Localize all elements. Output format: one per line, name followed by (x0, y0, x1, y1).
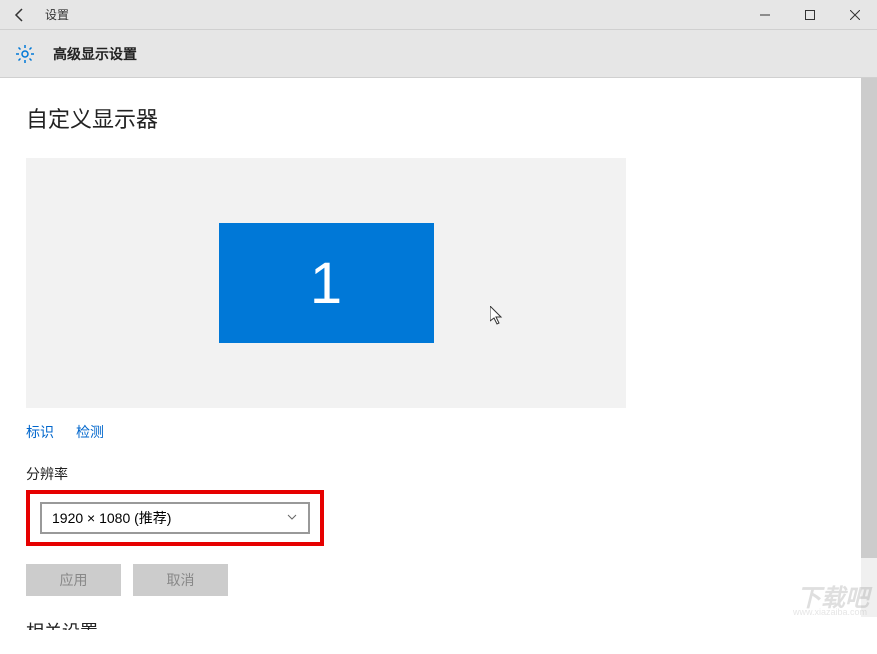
monitor-number: 1 (310, 250, 342, 317)
window-titlebar: 设置 (0, 0, 877, 30)
header-title: 高级显示设置 (53, 44, 137, 64)
titlebar-left: 设置 (0, 0, 742, 30)
page-header: 高级显示设置 (0, 30, 877, 78)
detect-link[interactable]: 检测 (76, 422, 104, 442)
action-buttons: 应用 取消 (26, 564, 851, 596)
window-controls (742, 0, 877, 30)
chevron-down-icon (286, 510, 298, 526)
cancel-button[interactable]: 取消 (133, 564, 228, 596)
display-preview-area: 1 (26, 158, 626, 408)
apply-button[interactable]: 应用 (26, 564, 121, 596)
gear-icon (15, 44, 35, 64)
next-section-heading: 相关设置 (26, 618, 851, 630)
scrollbar-thumb[interactable] (861, 78, 877, 558)
display-links: 标识 检测 (26, 422, 851, 442)
back-arrow-icon (12, 7, 28, 23)
close-button[interactable] (832, 0, 877, 30)
vertical-scrollbar[interactable] (861, 78, 877, 617)
watermark-url: www.xiazaiba.com (793, 607, 867, 617)
maximize-icon (805, 10, 815, 20)
maximize-button[interactable] (787, 0, 832, 30)
page-title: 自定义显示器 (26, 102, 851, 134)
back-button[interactable] (0, 0, 40, 30)
close-icon (850, 10, 860, 20)
resolution-dropdown[interactable]: 1920 × 1080 (推荐) (40, 502, 310, 534)
resolution-label: 分辨率 (26, 464, 851, 484)
resolution-value: 1920 × 1080 (推荐) (52, 508, 171, 528)
identify-link[interactable]: 标识 (26, 422, 54, 442)
minimize-icon (760, 10, 770, 20)
minimize-button[interactable] (742, 0, 787, 30)
resolution-highlight: 1920 × 1080 (推荐) (26, 490, 324, 546)
monitor-1[interactable]: 1 (219, 223, 434, 343)
app-title: 设置 (45, 6, 69, 23)
content-area: 自定义显示器 1 标识 检测 分辨率 1920 × 1080 (推荐) 应用 取… (0, 78, 877, 654)
